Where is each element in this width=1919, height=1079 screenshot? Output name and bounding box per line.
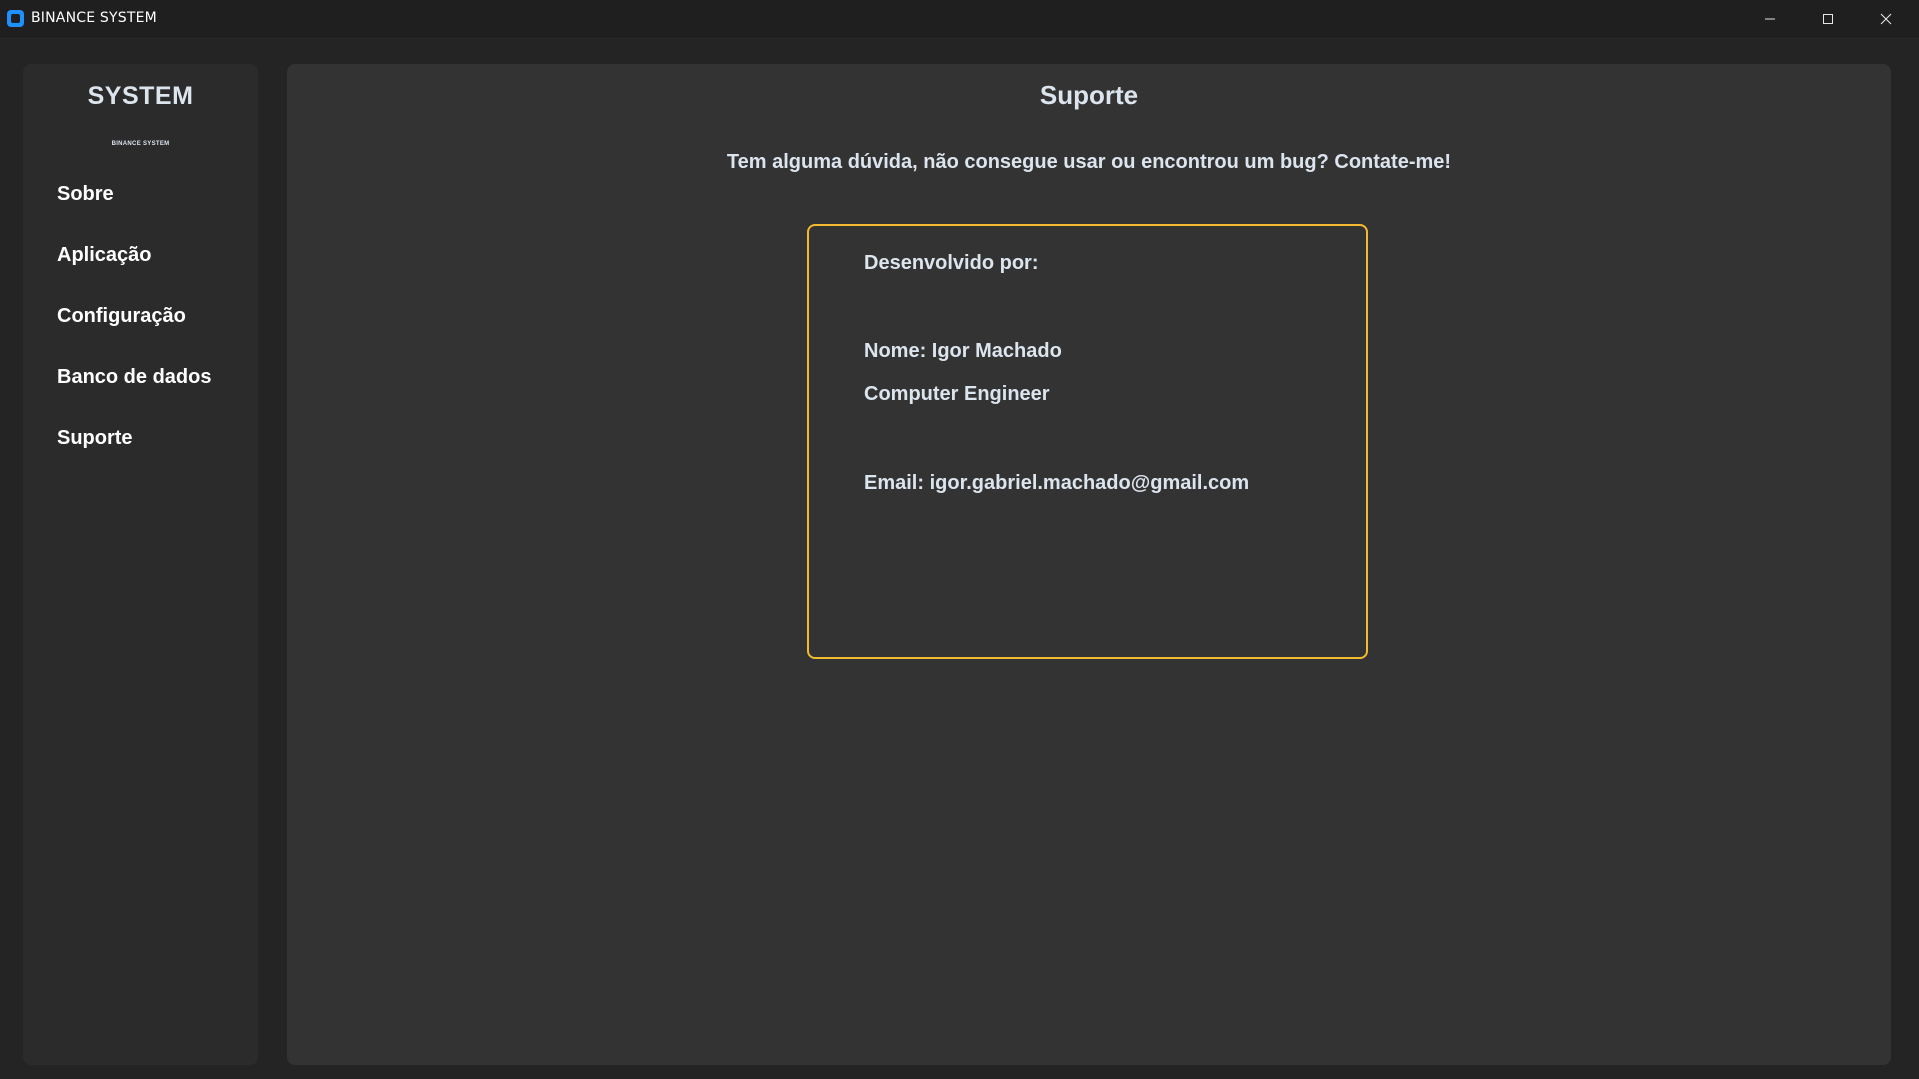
developed-by-label: Desenvolvido por:	[864, 252, 1039, 274]
sidebar-item-sobre[interactable]: Sobre	[57, 183, 114, 206]
minimize-button[interactable]	[1741, 0, 1799, 37]
maximize-icon	[1823, 13, 1833, 24]
developer-email: Email: igor.gabriel.machado@gmail.com	[864, 472, 1250, 494]
title-bar: BINANCE SYSTEM	[0, 0, 1919, 37]
maximize-button[interactable]	[1799, 0, 1857, 37]
close-icon	[1880, 13, 1892, 24]
sidebar-item-suporte[interactable]: Suporte	[57, 427, 133, 450]
support-subtitle: Tem alguma dúvida, não consegue usar ou …	[726, 151, 1452, 173]
developer-card: Desenvolvido por: Nome: Igor Machado Com…	[807, 224, 1368, 659]
developer-role: Computer Engineer	[864, 383, 1050, 405]
sidebar-item-banco-de-dados[interactable]: Banco de dados	[57, 366, 211, 389]
window-title: BINANCE SYSTEM	[31, 10, 157, 26]
main-panel: Suporte Tem alguma dúvida, não consegue …	[287, 64, 1891, 1065]
page-title: Suporte	[1039, 80, 1139, 110]
sidebar: SYSTEM BINANCE SYSTEM Sobre Aplicação Co…	[23, 64, 258, 1065]
sidebar-item-configuracao[interactable]: Configuração	[57, 305, 186, 328]
minimize-icon	[1765, 18, 1775, 19]
brand-subtitle: BINANCE SYSTEM	[111, 141, 170, 147]
sidebar-item-aplicacao[interactable]: Aplicação	[57, 244, 151, 267]
close-button[interactable]	[1857, 0, 1915, 37]
developer-name: Nome: Igor Machado	[864, 340, 1062, 362]
app-logo-icon	[7, 10, 24, 27]
brand-title: SYSTEM	[87, 82, 194, 110]
